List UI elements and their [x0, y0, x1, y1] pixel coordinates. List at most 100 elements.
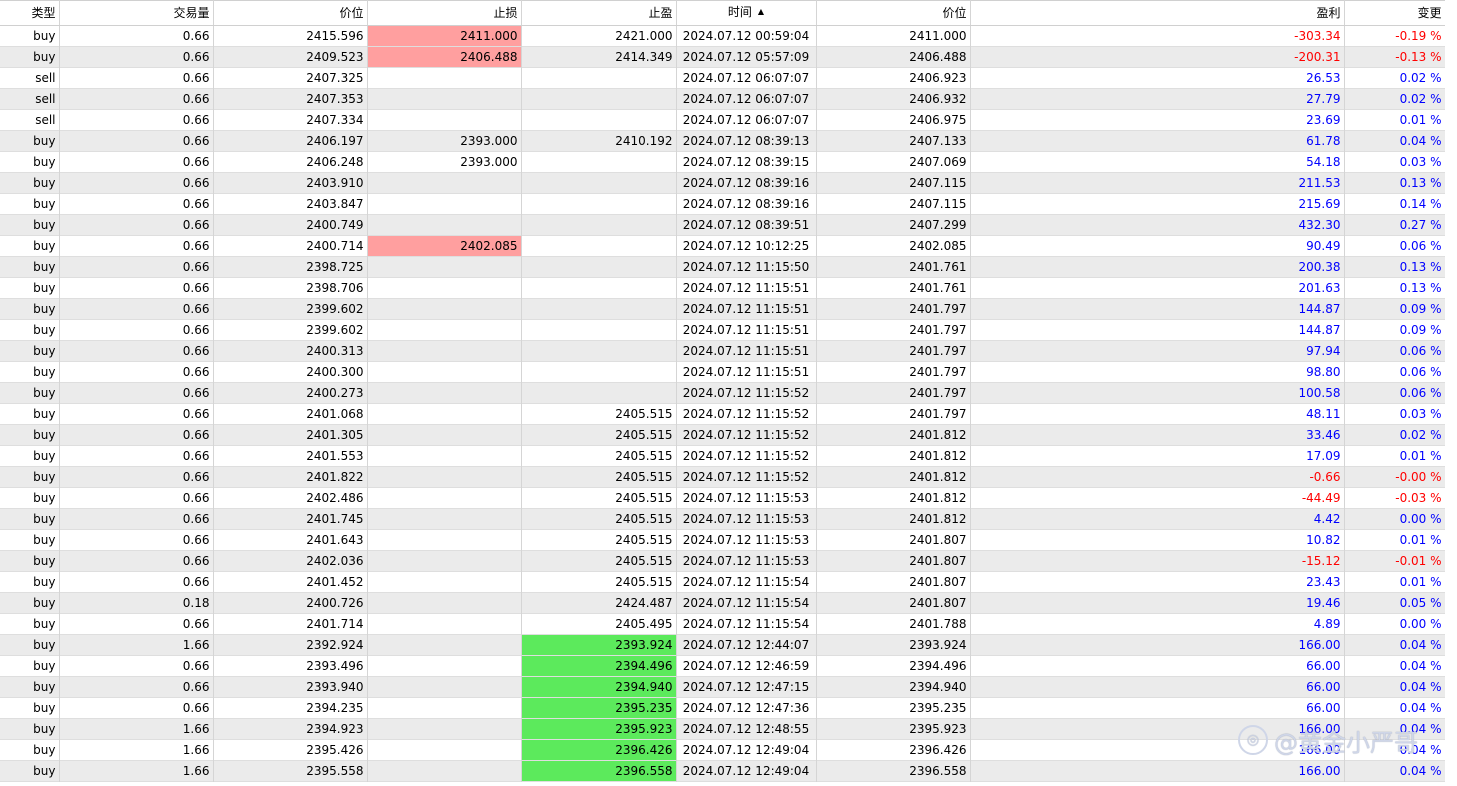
column-header-open-price[interactable]: 价位	[213, 0, 368, 26]
cell-volume: 0.66	[59, 25, 214, 47]
cell-price: 2407.133	[816, 130, 971, 152]
cell-time: 2024.07.12 11:15:54	[676, 592, 817, 614]
cell-take-profit: 2405.515	[521, 403, 677, 425]
cell-profit: 432.30	[975, 214, 1345, 236]
cell-volume: 0.66	[59, 298, 214, 320]
table-row[interactable]: buy 0.66 2398.725 2024.07.12 11:15:50 2401.7…	[0, 256, 1446, 278]
column-header-volume[interactable]: 交易量	[59, 0, 214, 26]
table-row[interactable]: buy 0.66 2394.235 2395.235 2024.07.12 12:47:…	[0, 697, 1446, 719]
table-row[interactable]: sell 0.66 2407.334 2024.07.12 06:07:07 2406.…	[0, 109, 1446, 131]
table-row[interactable]: buy 0.66 2402.486 2405.515 2024.07.12 11:15:…	[0, 487, 1446, 509]
cell-stop-loss	[367, 718, 522, 740]
cell-price: 2395.923	[816, 718, 971, 740]
table-row[interactable]: buy 0.66 2400.749 2024.07.12 08:39:51 2407.2…	[0, 214, 1446, 236]
cell-stop-loss: 2393.000	[367, 130, 522, 152]
table-row[interactable]: buy 1.66 2392.924 2393.924 2024.07.12 12:44:…	[0, 634, 1446, 656]
cell-profit: 201.63	[975, 277, 1345, 299]
cell-open-price: 2394.923	[213, 718, 368, 740]
table-row[interactable]: buy 0.66 2398.706 2024.07.12 11:15:51 2401.7…	[0, 277, 1446, 299]
cell-type: buy	[0, 445, 60, 467]
cell-stop-loss	[367, 277, 522, 299]
table-row[interactable]: buy 0.66 2401.305 2405.515 2024.07.12 11:15:…	[0, 424, 1446, 446]
table-row[interactable]: buy 1.66 2394.923 2395.923 2024.07.12 12:48:…	[0, 718, 1446, 740]
column-header-change[interactable]: 变更	[1344, 0, 1446, 26]
column-header-profit[interactable]: 盈利	[975, 0, 1345, 26]
table-row[interactable]: sell 0.66 2407.353 2024.07.12 06:07:07 2406.…	[0, 88, 1446, 110]
table-row[interactable]: buy 0.66 2403.847 2024.07.12 08:39:16 2407.1…	[0, 193, 1446, 215]
table-row[interactable]: buy 0.66 2406.248 2393.000 2024.07.12 08:39:…	[0, 151, 1446, 173]
table-row[interactable]: buy 0.66 2409.523 2406.488 2414.349 2024.07.1…	[0, 46, 1446, 68]
cell-volume: 1.66	[59, 760, 214, 782]
cell-type: buy	[0, 403, 60, 425]
cell-profit: 90.49	[975, 235, 1345, 257]
cell-time: 2024.07.12 08:39:51	[676, 214, 817, 236]
cell-volume: 0.66	[59, 613, 214, 635]
cell-take-profit: 2405.515	[521, 550, 677, 572]
table-row[interactable]: buy 0.66 2401.822 2405.515 2024.07.12 11:15:…	[0, 466, 1446, 488]
table-row[interactable]: buy 0.66 2403.910 2024.07.12 08:39:16 2407.1…	[0, 172, 1446, 194]
column-header-price[interactable]: 价位	[816, 0, 971, 26]
cell-profit: 26.53	[975, 67, 1345, 89]
cell-type: buy	[0, 382, 60, 404]
cell-take-profit	[521, 235, 677, 257]
cell-stop-loss	[367, 424, 522, 446]
table-row[interactable]: buy 0.18 2400.726 2424.487 2024.07.12 11:15:…	[0, 592, 1446, 614]
cell-take-profit	[521, 214, 677, 236]
cell-take-profit	[521, 88, 677, 110]
cell-volume: 0.66	[59, 214, 214, 236]
table-row[interactable]: buy 0.66 2400.714 2402.085 2024.07.12 10:12:…	[0, 235, 1446, 257]
table-row[interactable]: buy 1.66 2395.426 2396.426 2024.07.12 12:49:…	[0, 739, 1446, 761]
cell-take-profit	[521, 382, 677, 404]
table-row[interactable]: buy 0.66 2401.452 2405.515 2024.07.12 11:15:…	[0, 571, 1446, 593]
cell-price: 2396.558	[816, 760, 971, 782]
cell-type: buy	[0, 319, 60, 341]
cell-volume: 0.66	[59, 529, 214, 551]
table-row[interactable]: buy 0.66 2402.036 2405.515 2024.07.12 11:15:…	[0, 550, 1446, 572]
table-row[interactable]: buy 0.66 2415.596 2411.000 2421.000 2024.07.1…	[0, 25, 1446, 47]
cell-stop-loss	[367, 697, 522, 719]
table-row[interactable]: buy 0.66 2393.496 2394.496 2024.07.12 12:46:…	[0, 655, 1446, 677]
cell-price: 2394.940	[816, 676, 971, 698]
cell-take-profit: 2414.349	[521, 46, 677, 68]
table-row[interactable]: sell 0.66 2407.325 2024.07.12 06:07:07 2406.…	[0, 67, 1446, 89]
cell-take-profit	[521, 298, 677, 320]
table-row[interactable]: buy 1.66 2395.558 2396.558 2024.07.12 12:49:…	[0, 760, 1446, 782]
cell-stop-loss	[367, 487, 522, 509]
table-row[interactable]: buy 0.66 2393.940 2394.940 2024.07.12 12:47:…	[0, 676, 1446, 698]
table-row[interactable]: buy 0.66 2400.313 2024.07.12 11:15:51 2401.7…	[0, 340, 1446, 362]
table-row[interactable]: buy 0.66 2401.068 2405.515 2024.07.12 11:15:…	[0, 403, 1446, 425]
cell-open-price: 2401.643	[213, 529, 368, 551]
column-header-take-profit[interactable]: 止盈	[521, 0, 677, 26]
cell-open-price: 2398.706	[213, 277, 368, 299]
cell-open-price: 2401.745	[213, 508, 368, 530]
cell-change: -0.01 %	[1344, 550, 1446, 572]
cell-type: buy	[0, 718, 60, 740]
cell-stop-loss	[367, 529, 522, 551]
table-row[interactable]: buy 0.66 2400.273 2024.07.12 11:15:52 2401.7…	[0, 382, 1446, 404]
cell-change: 0.27 %	[1344, 214, 1446, 236]
table-row[interactable]: buy 0.66 2401.745 2405.515 2024.07.12 11:15:…	[0, 508, 1446, 530]
table-row[interactable]: buy 0.66 2406.197 2393.000 2410.192 2024.07.1…	[0, 130, 1446, 152]
table-row[interactable]: buy 0.66 2401.643 2405.515 2024.07.12 11:15:…	[0, 529, 1446, 551]
cell-stop-loss	[367, 571, 522, 593]
cell-type: buy	[0, 235, 60, 257]
cell-change: 0.13 %	[1344, 256, 1446, 278]
column-header-time[interactable]: 时间 ▲	[676, 0, 817, 26]
cell-change: 0.00 %	[1344, 613, 1446, 635]
column-header-stop-loss[interactable]: 止损	[367, 0, 522, 26]
cell-type: buy	[0, 655, 60, 677]
table-row[interactable]: buy 0.66 2401.553 2405.515 2024.07.12 11:15:…	[0, 445, 1446, 467]
table-row[interactable]: buy 0.66 2399.602 2024.07.12 11:15:51 2401.7…	[0, 319, 1446, 341]
table-row[interactable]: buy 0.66 2399.602 2024.07.12 11:15:51 2401.7…	[0, 298, 1446, 320]
cell-open-price: 2403.910	[213, 172, 368, 194]
cell-open-price: 2401.822	[213, 466, 368, 488]
cell-stop-loss	[367, 319, 522, 341]
cell-type: buy	[0, 340, 60, 362]
cell-volume: 0.66	[59, 676, 214, 698]
cell-time: 2024.07.12 11:15:51	[676, 298, 817, 320]
cell-price: 2407.069	[816, 151, 971, 173]
table-row[interactable]: buy 0.66 2401.714 2405.495 2024.07.12 11:15:…	[0, 613, 1446, 635]
cell-volume: 0.66	[59, 67, 214, 89]
column-header-type[interactable]: 类型	[0, 0, 60, 26]
table-row[interactable]: buy 0.66 2400.300 2024.07.12 11:15:51 2401.7…	[0, 361, 1446, 383]
